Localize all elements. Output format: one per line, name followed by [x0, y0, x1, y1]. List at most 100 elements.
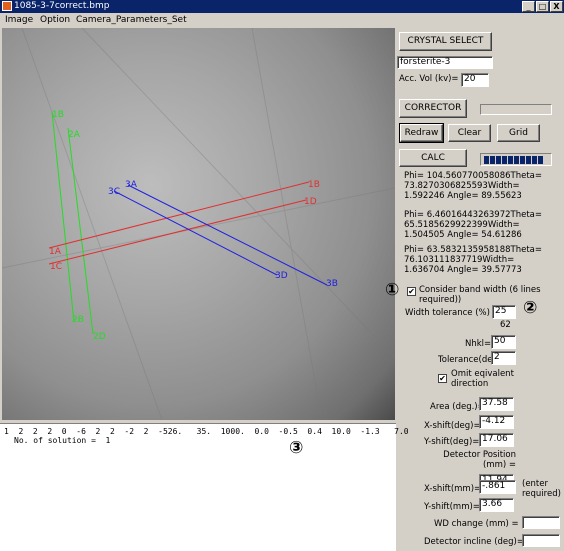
calc-progress-segment	[502, 156, 507, 164]
width-tolerance-field[interactable]: 25	[492, 305, 516, 319]
result-1-line-1: Phi= 104.560770058086Theta=	[404, 171, 542, 181]
calc-progress-segment	[484, 156, 489, 164]
width-tolerance-label: Width tolerance (%) =	[405, 308, 500, 318]
x-shift-mm-label: X-shift(mm)=	[424, 484, 482, 494]
result-2-line-1: Phi= 6.46016443263972Theta=	[404, 210, 542, 220]
band-label-green-1b: 1B	[52, 110, 64, 120]
calc-progress-segment	[532, 156, 537, 164]
consider-band-width-checkbox[interactable]: ✔	[407, 287, 416, 296]
redraw-button[interactable]: Redraw	[399, 123, 444, 143]
menu-image[interactable]: Image	[5, 14, 33, 26]
kikuchi-band-overlay	[2, 28, 395, 420]
calc-progress-segment	[520, 156, 525, 164]
detector-position-label-line-2: (mm) =	[482, 460, 516, 470]
crystal-select-button[interactable]: CRYSTAL SELECT	[399, 32, 492, 51]
band-label-blue-3d: 3D	[275, 271, 288, 281]
result-3-line-2: 76.103111837719Width=	[404, 255, 515, 265]
result-2: Phi= 6.46016443263972Theta= 65.518562992…	[404, 210, 542, 240]
result-1-line-2: 73.8270306825593Width=	[404, 181, 520, 191]
area-label: Area (deg.)=	[430, 402, 485, 412]
wd-change-field[interactable]	[522, 516, 560, 529]
result-3: Phi= 63.5832135958188Theta= 76.103111837…	[404, 245, 542, 275]
omit-equivalent-checkbox[interactable]: ✔	[438, 374, 447, 383]
calc-button[interactable]: CALC	[399, 149, 467, 167]
band-label-red-1b: 1B	[308, 180, 320, 190]
detector-position-label-line-1: Detector Position	[443, 450, 516, 460]
wd-change-label: WD change (mm) =	[434, 519, 519, 529]
solution-count-line: No. of solution = 1	[14, 436, 111, 445]
maximize-button[interactable]: □	[536, 1, 549, 12]
diffraction-image-panel[interactable]: 1B 2A 2B 2D 1B 1D 1A 1C 3A 3C 3D 3B	[2, 28, 395, 420]
minimize-button[interactable]: _	[522, 1, 535, 12]
blue-band-line-1	[127, 184, 328, 286]
band-label-blue-3b: 3B	[326, 279, 338, 289]
calc-progress-segment	[514, 156, 519, 164]
y-shift-mm-field[interactable]: 3.66	[479, 498, 514, 512]
close-button[interactable]: X	[550, 1, 563, 12]
acc-vol-field[interactable]: 20	[461, 73, 489, 87]
blue-band-line-2	[113, 190, 278, 276]
solution-output-console[interactable]: 1 2 2 2 0 -6 2 2 -2 2 -526. 35. 1000. 0.…	[0, 423, 409, 551]
omit-equivalent-label-line-2: direction	[451, 379, 489, 389]
menu-option[interactable]: Option	[40, 14, 70, 26]
crystal-name-field[interactable]: forsterite-3	[397, 56, 493, 69]
consider-band-width-label-line-1: Consider band width (6 lines	[419, 285, 541, 295]
count-62: 62	[500, 320, 511, 330]
band-label-blue-3a: 3A	[125, 180, 137, 190]
band-label-green-2b: 2B	[72, 315, 84, 325]
marker-1: ①	[385, 280, 400, 300]
enter-required-label-line-2: required)	[522, 489, 561, 499]
calc-progress-bar	[480, 153, 552, 166]
result-3-line-3: 1.636704 Angle= 39.57773	[404, 265, 522, 275]
detector-incline-field[interactable]	[522, 534, 560, 547]
window-title: 1085-3-7correct.bmp	[14, 1, 110, 11]
band-label-red-1a: 1A	[49, 247, 61, 257]
area-field[interactable]: 37.58	[479, 397, 514, 411]
app-icon	[2, 1, 12, 11]
y-shift-mm-label: Y-shift(mm)=	[424, 502, 480, 512]
band-label-red-1d: 1D	[304, 197, 317, 207]
omit-equivalent-label: Omit eqivalent direction	[451, 369, 514, 389]
band-label-blue-3c: 3C	[108, 187, 121, 197]
nhkl-label: Nhkl=	[465, 339, 492, 349]
marker-2: ②	[523, 298, 538, 318]
band-label-green-2a: 2A	[68, 130, 80, 140]
grid-button[interactable]: Grid	[497, 124, 540, 142]
marker-3: ③	[289, 438, 304, 458]
red-band	[48, 181, 310, 265]
calc-progress-segment	[490, 156, 495, 164]
calc-progress-segment	[508, 156, 513, 164]
result-3-line-1: Phi= 63.5832135958188Theta=	[404, 245, 542, 255]
detector-incline-label: Detector incline (deg)=	[424, 537, 524, 547]
clear-button[interactable]: Clear	[448, 124, 491, 142]
corrector-button[interactable]: CORRECTOR	[399, 99, 467, 118]
calc-progress-segment	[538, 156, 543, 164]
y-shift-deg-label: Y-shift(deg)=	[424, 437, 480, 447]
enter-required-label: (enter required)	[522, 479, 561, 499]
red-band-line-1	[48, 181, 310, 249]
band-label-green-2d: 2D	[93, 332, 106, 342]
detector-position-label: Detector Position (mm) =	[434, 450, 516, 470]
y-shift-deg-field[interactable]: 17.06	[479, 433, 514, 447]
band-label-red-1c: 1C	[50, 262, 63, 272]
corrector-progress-bar	[480, 104, 552, 115]
nhkl-field[interactable]: 50	[491, 335, 516, 349]
enter-required-label-line-1: (enter	[522, 479, 548, 489]
omit-equivalent-label-line-1: Omit eqivalent	[451, 369, 514, 379]
result-1: Phi= 104.560770058086Theta= 73.827030682…	[404, 171, 542, 201]
x-shift-deg-field[interactable]: -4.12	[479, 415, 514, 429]
menu-camera-parameters-set[interactable]: Camera_Parameters_Set	[76, 14, 187, 26]
x-shift-mm-field[interactable]: -.861	[479, 480, 516, 494]
acc-vol-label: Acc. Vol (kv)=	[399, 74, 459, 84]
solution-values-line: 1 2 2 2 0 -6 2 2 -2 2 -526. 35. 1000. 0.…	[4, 427, 409, 436]
green-band	[51, 111, 94, 335]
x-shift-deg-label: X-shift(deg)=	[424, 421, 481, 431]
result-1-line-3: 1.592246 Angle= 89.55623	[404, 191, 522, 201]
result-2-line-3: 1.504505 Angle= 54.61286	[404, 230, 522, 240]
result-2-line-2: 65.5185629922399Width=	[404, 220, 520, 230]
calc-progress-segment	[496, 156, 501, 164]
menu-bar: Image Option Camera_Parameters_Set	[0, 13, 564, 27]
calc-progress-segment	[526, 156, 531, 164]
tolerance-field[interactable]: 2	[491, 351, 516, 365]
title-bar: 1085-3-7correct.bmp _ □ X	[0, 0, 564, 13]
